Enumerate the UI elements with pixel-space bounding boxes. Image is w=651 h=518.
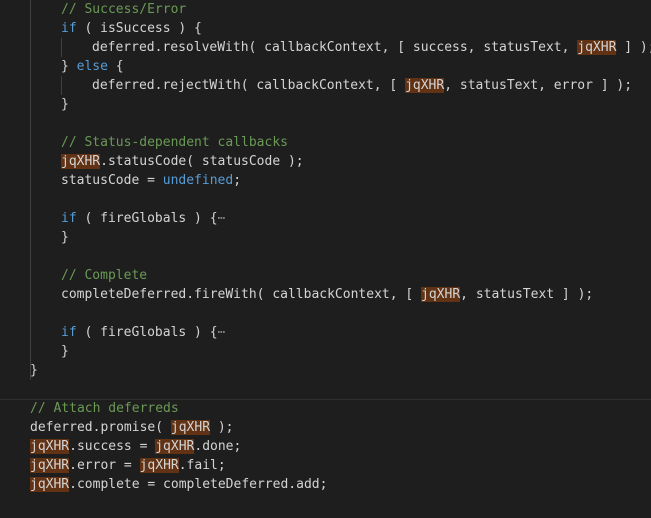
code-token: .success = <box>69 439 156 454</box>
code-token: } <box>30 363 38 378</box>
code-token: undefined <box>162 173 234 188</box>
code-editor[interactable]: // Success/Error if ( isSuccess ) { deferr… <box>0 0 651 518</box>
code-token: } <box>61 59 77 74</box>
code-token: deferred.rejectWith( callbackContext, [ <box>92 78 406 93</box>
code-token: .statusCode( statusCode ); <box>100 154 304 169</box>
code-token: , statusText, error ] ); <box>444 78 633 93</box>
code-line[interactable]: jqXHR.complete = completeDeferred.add; <box>30 475 327 494</box>
code-line[interactable]: // Success/Error <box>61 0 186 19</box>
fold-ellipsis-icon[interactable]: ⋯ <box>218 325 226 340</box>
indent-guide <box>61 76 62 95</box>
code-token: ] ); <box>624 40 651 55</box>
code-token: // Complete <box>61 268 148 283</box>
code-token: if <box>61 211 77 226</box>
code-line[interactable]: jqXHR.statusCode( statusCode ); <box>61 152 304 171</box>
code-token: } <box>61 230 69 245</box>
code-token: .complete = completeDeferred.add; <box>69 477 328 492</box>
code-line[interactable]: jqXHR.success = jqXHR.done; <box>30 437 241 456</box>
code-line[interactable]: // Status-dependent callbacks <box>61 133 288 152</box>
code-token: ( isSuccess ) { <box>76 21 202 36</box>
code-token: .done; <box>194 439 242 454</box>
code-line[interactable]: jqXHR.error = jqXHR.fail; <box>30 456 226 475</box>
code-line[interactable]: completeDeferred.fireWith( callbackConte… <box>61 285 593 304</box>
code-token: ( fireGlobals ) { <box>76 325 218 340</box>
code-token: { <box>107 59 124 74</box>
highlighted-token: jqXHR <box>405 78 445 93</box>
code-line[interactable]: } <box>61 95 69 114</box>
code-token: // Status-dependent callbacks <box>61 135 288 150</box>
code-token: } <box>61 344 69 359</box>
code-line[interactable]: } else { <box>61 57 124 76</box>
code-token: .fail; <box>178 458 226 473</box>
code-token: ( fireGlobals ) { <box>76 211 218 226</box>
code-token: , statusText ] ); <box>460 287 594 302</box>
code-line[interactable]: if ( fireGlobals ) {⋯ <box>61 209 225 228</box>
code-token: deferred.promise( <box>30 420 171 435</box>
code-token: // Attach deferreds <box>30 401 179 416</box>
highlighted-token: jqXHR <box>170 420 211 435</box>
code-line[interactable]: if ( fireGlobals ) {⋯ <box>61 323 225 342</box>
code-token: // Success/Error <box>61 2 187 17</box>
code-token: completeDeferred.fireWith( callbackConte… <box>61 287 422 302</box>
highlighted-token: jqXHR <box>139 458 179 473</box>
code-token: } <box>61 97 69 112</box>
code-token: deferred.resolveWith( callbackContext, [… <box>92 40 578 55</box>
code-token: else <box>76 59 108 74</box>
highlighted-token: jqXHR <box>577 40 617 55</box>
highlighted-token: jqXHR <box>30 439 70 454</box>
code-token: statusCode = <box>61 173 163 188</box>
code-line[interactable]: statusCode = undefined; <box>61 171 241 190</box>
code-token: if <box>61 325 77 340</box>
code-token: .error = <box>69 458 140 473</box>
code-line[interactable]: // Attach deferreds <box>30 399 179 418</box>
code-line[interactable]: // Complete <box>61 266 147 285</box>
code-line[interactable]: if ( isSuccess ) { <box>61 19 202 38</box>
indent-guide <box>30 0 31 380</box>
code-token: if <box>61 21 77 36</box>
code-line[interactable]: } <box>61 228 69 247</box>
code-line[interactable]: deferred.promise( jqXHR ); <box>30 418 234 437</box>
code-token: ); <box>210 420 234 435</box>
fold-ellipsis-icon[interactable]: ⋯ <box>218 211 226 226</box>
code-line[interactable]: } <box>30 361 38 380</box>
code-line[interactable]: deferred.rejectWith( callbackContext, [ … <box>92 76 632 95</box>
highlighted-token: jqXHR <box>30 458 70 473</box>
indent-guide <box>61 38 62 57</box>
code-line[interactable]: } <box>61 342 69 361</box>
code-line[interactable]: deferred.resolveWith( callbackContext, [… <box>92 38 651 57</box>
highlighted-token: jqXHR <box>421 287 461 302</box>
highlighted-token: jqXHR <box>61 154 101 169</box>
highlighted-token: jqXHR <box>30 477 70 492</box>
code-token: ; <box>233 173 242 188</box>
highlighted-token: jqXHR <box>155 439 195 454</box>
